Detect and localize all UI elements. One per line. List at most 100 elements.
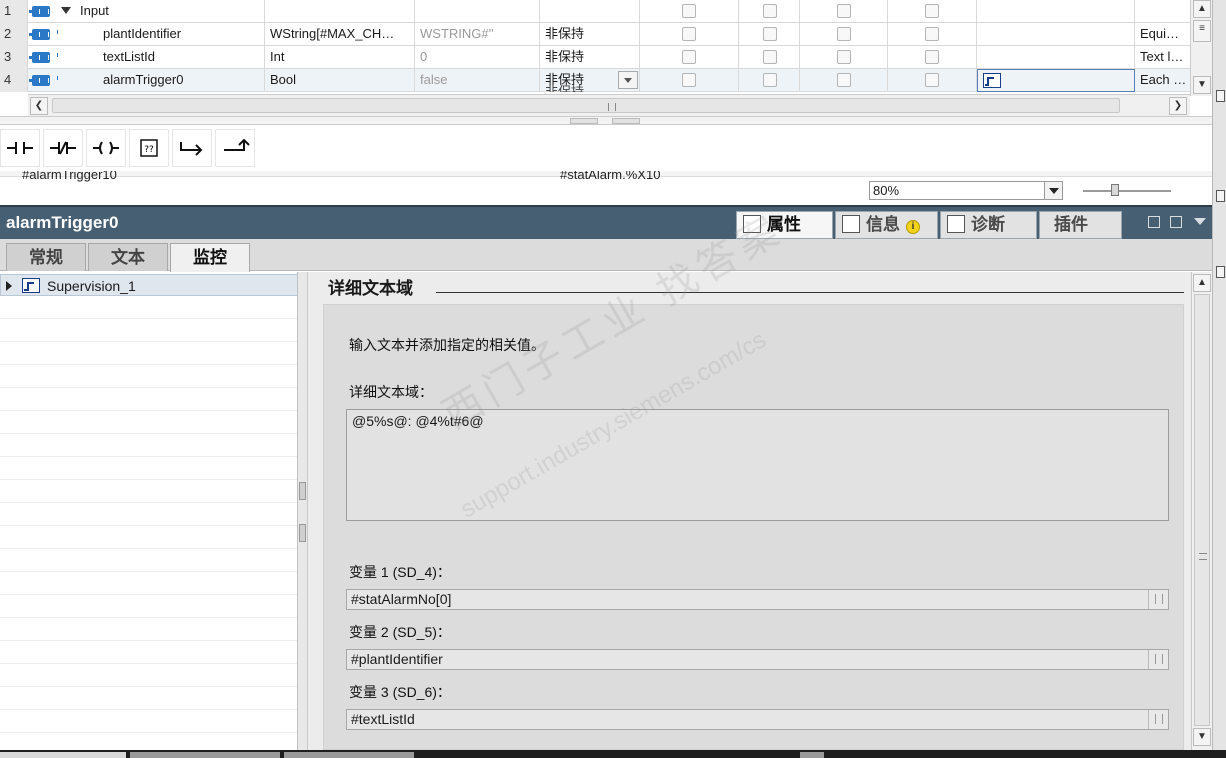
- status-segment: [800, 752, 824, 758]
- comment-cell[interactable]: [1135, 0, 1190, 23]
- detail-text-input[interactable]: @5%s@: @4%t#6@: [346, 409, 1169, 521]
- browse-icon[interactable]: [1148, 650, 1168, 669]
- splitter-up-button[interactable]: [570, 118, 598, 124]
- writable-hmi-checkbox[interactable]: [763, 50, 777, 64]
- writable-hmi-checkbox[interactable]: [763, 27, 777, 41]
- comment-cell[interactable]: Each …: [1135, 69, 1190, 92]
- variable-name[interactable]: Input: [58, 0, 265, 23]
- setpoint-checkbox[interactable]: [925, 73, 939, 87]
- table-row[interactable]: 1 Input: [0, 0, 1190, 23]
- accessible-hmi-checkbox[interactable]: [682, 4, 696, 18]
- retain[interactable]: 非保持: [540, 46, 640, 69]
- browse-icon[interactable]: [1148, 590, 1168, 609]
- tree-empty-row: [0, 573, 297, 595]
- visible-hmi-checkbox[interactable]: [837, 73, 851, 87]
- browse-icon[interactable]: [1148, 710, 1168, 729]
- visible-hmi-checkbox[interactable]: [837, 4, 851, 18]
- data-type[interactable]: WString[#MAX_CH…: [265, 23, 415, 46]
- retain: [540, 0, 640, 23]
- panel-splitter[interactable]: [298, 272, 308, 750]
- open-branch-button[interactable]: [172, 129, 212, 167]
- comment-cell[interactable]: Text l…: [1135, 46, 1190, 69]
- accessible-hmi-checkbox[interactable]: [682, 73, 696, 87]
- setpoint-checkbox[interactable]: [925, 4, 939, 18]
- supervision-cell-selected[interactable]: [977, 69, 1135, 92]
- variable-name[interactable]: alarmTrigger0: [58, 69, 265, 92]
- data-type[interactable]: Bool: [265, 69, 415, 92]
- supervision-cell[interactable]: [977, 0, 1135, 23]
- writable-hmi-checkbox[interactable]: [763, 73, 777, 87]
- zoom-select[interactable]: 80%: [869, 181, 1063, 200]
- tab-info[interactable]: 信息 i: [835, 211, 938, 239]
- variable-name[interactable]: textListId: [58, 46, 265, 69]
- supervision-cell[interactable]: [977, 23, 1135, 46]
- zoom-slider-knob[interactable]: [1111, 184, 1119, 196]
- scroll-up-button[interactable]: ▲: [1193, 0, 1211, 18]
- tab-plugins[interactable]: 插件: [1039, 211, 1122, 239]
- close-branch-button[interactable]: [215, 129, 255, 167]
- visible-hmi-checkbox[interactable]: [837, 27, 851, 41]
- tab-diagnostics[interactable]: 诊断: [940, 211, 1037, 239]
- scroll-right-button[interactable]: ❯: [1169, 97, 1187, 115]
- panel-menu-chevron-icon[interactable]: [1194, 218, 1206, 225]
- accessible-hmi-checkbox[interactable]: [682, 50, 696, 64]
- table-row[interactable]: 2 plantIdentifier WString[#MAX_CH… WSTRI…: [0, 23, 1190, 46]
- comment-cell[interactable]: Equi…: [1135, 23, 1190, 46]
- splitter-down-button[interactable]: [612, 118, 640, 124]
- task-card-strip: [1212, 0, 1226, 750]
- tab-supervision[interactable]: 监控: [170, 243, 250, 272]
- block-interface-table: 1 Input 2 plantIdentifier WString[#MAX_C…: [0, 0, 1190, 92]
- coil-button[interactable]: [86, 129, 126, 167]
- scroll-left-button[interactable]: ❮: [30, 97, 48, 115]
- collapse-left-button[interactable]: [299, 482, 306, 500]
- scroll-down-button[interactable]: ▼: [1193, 76, 1211, 94]
- supervision-icon[interactable]: [983, 73, 1001, 88]
- tree-item-supervision[interactable]: Supervision_1: [0, 274, 297, 296]
- chevron-down-icon[interactable]: [1044, 182, 1062, 199]
- scroll-down-button[interactable]: ▼: [1193, 728, 1211, 746]
- scroll-thumb[interactable]: ≡: [1193, 20, 1211, 42]
- task-card-icon[interactable]: [1216, 190, 1225, 202]
- scroll-up-button[interactable]: ▲: [1193, 274, 1211, 292]
- checkbox-cell: [640, 69, 739, 92]
- task-card-icon[interactable]: [1216, 90, 1225, 102]
- setpoint-checkbox[interactable]: [925, 27, 939, 41]
- default-value[interactable]: WSTRING#'': [415, 23, 540, 46]
- nc-contact-button[interactable]: [43, 129, 83, 167]
- variable-3-field[interactable]: #textListId: [346, 709, 1169, 730]
- table-vertical-scrollbar[interactable]: ▲ ≡ ▼: [1190, 0, 1212, 96]
- variable-2-field[interactable]: #plantIdentifier: [346, 649, 1169, 670]
- float-window-icon[interactable]: [1148, 216, 1160, 228]
- no-contact-button[interactable]: [0, 129, 40, 167]
- table-horizontal-scrollbar[interactable]: ❮ ❯: [28, 94, 1190, 116]
- writable-hmi-checkbox[interactable]: [763, 4, 777, 18]
- default-value[interactable]: false: [415, 69, 540, 92]
- editor-splitter[interactable]: [0, 116, 1212, 125]
- tab-general[interactable]: 常规: [6, 243, 86, 271]
- empty-box-button[interactable]: ??: [129, 129, 169, 167]
- tab-properties[interactable]: 属性: [736, 211, 833, 239]
- tab-texts[interactable]: 文本: [88, 243, 168, 271]
- accessible-hmi-checkbox[interactable]: [682, 27, 696, 41]
- retain[interactable]: 非保持: [540, 23, 640, 46]
- table-row[interactable]: 3 textListId Int 0 非保持 Text l…: [0, 46, 1190, 69]
- variable-1-field[interactable]: #statAlarmNo[0]: [346, 589, 1169, 610]
- tree-empty-row: [0, 458, 297, 480]
- expand-right-button[interactable]: [299, 524, 306, 542]
- minimize-panel-icon[interactable]: [1170, 216, 1182, 228]
- supervision-cell[interactable]: [977, 46, 1135, 69]
- scroll-thumb[interactable]: [1194, 294, 1210, 726]
- scroll-thumb[interactable]: [52, 98, 1120, 113]
- zoom-slider[interactable]: [1083, 184, 1171, 196]
- expand-triangle-icon[interactable]: [6, 281, 12, 291]
- tree-empty-row: [0, 435, 297, 457]
- info-badge-icon: i: [906, 220, 920, 234]
- setpoint-checkbox[interactable]: [925, 50, 939, 64]
- visible-hmi-checkbox[interactable]: [837, 50, 851, 64]
- nc-contact-icon: [50, 141, 76, 155]
- data-type[interactable]: Int: [265, 46, 415, 69]
- content-vertical-scrollbar[interactable]: ▲ ▼: [1191, 272, 1212, 750]
- task-card-icon[interactable]: [1216, 266, 1225, 278]
- default-value[interactable]: 0: [415, 46, 540, 69]
- variable-name[interactable]: plantIdentifier: [58, 23, 265, 46]
